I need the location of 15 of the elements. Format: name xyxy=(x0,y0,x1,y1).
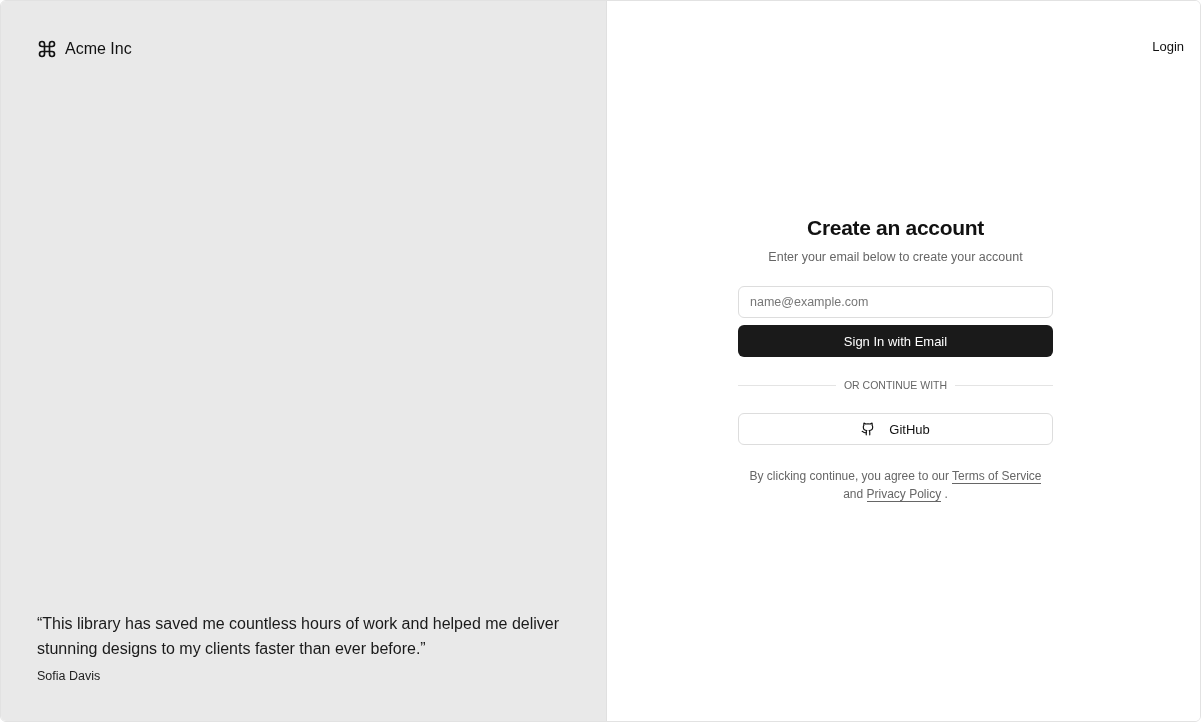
terms-link[interactable]: Privacy Policy xyxy=(866,487,942,502)
github-icon xyxy=(861,422,876,436)
terms-link[interactable]: Terms of Service xyxy=(952,469,1042,484)
email-field[interactable]: name@example.com xyxy=(738,286,1053,318)
login-link[interactable]: Login xyxy=(1152,37,1184,56)
divider-label: OR CONTINUE WITH xyxy=(843,379,948,391)
form-title: Create an account xyxy=(806,216,985,240)
terms-text: By clicking continue, you agree to our Terms of Service and Privacy Policy . xyxy=(748,468,1043,503)
brand-name: Acme Inc xyxy=(65,40,132,58)
github-button[interactable]: GitHub xyxy=(738,413,1053,445)
testimonial-quote: “This library has saved me countless hours of work and helped me deliver stunning designs to my clients faster than ever before.” xyxy=(37,614,561,659)
form-subtitle: Enter your email below to create your account xyxy=(767,250,1024,264)
sign-in-button[interactable]: Sign In with Email xyxy=(738,325,1053,357)
command-icon xyxy=(37,39,57,59)
testimonial-author: Sofia Davis xyxy=(37,669,102,683)
